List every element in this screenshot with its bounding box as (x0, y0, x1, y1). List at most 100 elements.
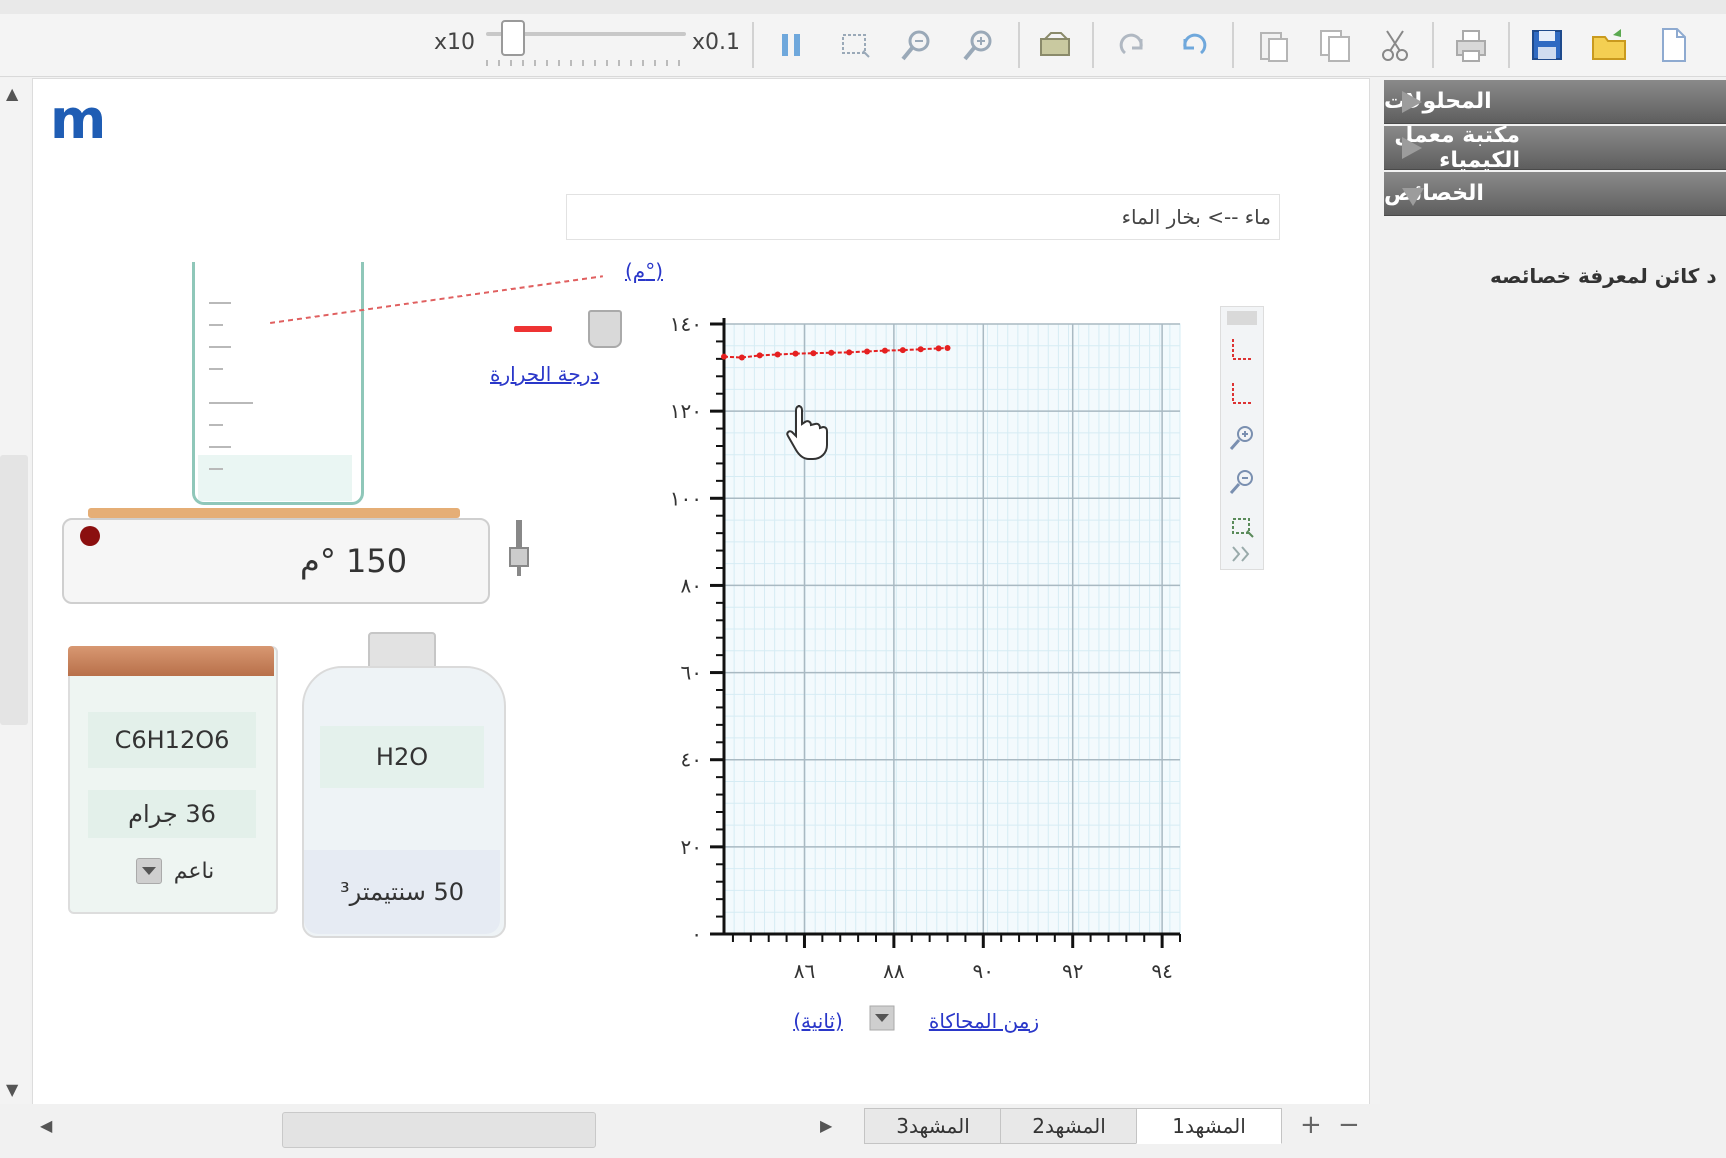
temperature-data-point (917, 346, 924, 353)
hot-plate-knob-icon[interactable] (508, 520, 530, 576)
paste-icon[interactable] (1250, 22, 1296, 68)
temperature-data-point (944, 344, 951, 351)
chart-x-axis-label[interactable]: زمن المحاكاة (929, 1009, 1039, 1033)
panel-properties[interactable]: الخصائص (1384, 172, 1726, 216)
hot-plate[interactable] (62, 518, 490, 604)
y-tick-label: ٤٠ (681, 748, 702, 772)
simulation-title[interactable]: ماء --> بخار الماء (566, 194, 1280, 240)
chart-x-unit[interactable]: (ثانية) (793, 1009, 843, 1033)
print-icon[interactable] (1448, 22, 1494, 68)
properties-hint-text: د كائن لمعرفة خصائصه (1490, 264, 1717, 288)
chart-y-axis-label[interactable]: (م°) (625, 259, 663, 283)
chart-zoom-in-icon[interactable] (1227, 423, 1257, 453)
temperature-data-point (828, 349, 835, 356)
toolbar-divider (1018, 22, 1020, 68)
copy-icon[interactable] (1312, 22, 1358, 68)
temperature-data-point (721, 353, 727, 360)
hot-plate-temperature: 150 °م (300, 542, 408, 580)
app-logo: m (50, 88, 107, 151)
chart-toolbar-handle-icon[interactable] (1227, 311, 1257, 325)
speed-slider-thumb[interactable] (501, 20, 525, 56)
temperature-data-point (864, 348, 871, 355)
water-volume[interactable]: 50 سنتيمتر³ (304, 850, 500, 934)
speed-slider-ticks (486, 60, 686, 66)
temperature-probe-link[interactable]: درجة الحرارة (490, 362, 599, 386)
x-tick-label: ٩٤ (1151, 959, 1172, 983)
scroll-right-arrow-icon[interactable]: ▶ (820, 1116, 832, 1135)
add-scene-button[interactable]: + (1300, 1110, 1322, 1140)
thermometer-probe[interactable] (514, 326, 552, 332)
panel-solutions[interactable]: المحلولات (1384, 80, 1726, 124)
save-icon[interactable] (1524, 22, 1570, 68)
x-tick-label: ٨٨ (883, 959, 905, 983)
hot-plate-power-led (80, 526, 100, 546)
temperature-data-point (881, 347, 888, 354)
speed-min-label: x10 (434, 30, 476, 55)
undo-icon[interactable] (1170, 22, 1216, 68)
chart-toolbar-expand-icon[interactable] (1227, 543, 1257, 565)
horizontal-scrollbar-thumb[interactable] (282, 1112, 596, 1148)
scene-tab-2[interactable]: المشهد2 (1000, 1108, 1138, 1144)
cut-icon[interactable] (1372, 22, 1418, 68)
select-rect-icon[interactable] (832, 22, 878, 68)
redo-icon[interactable] (1110, 22, 1156, 68)
glucose-formula: C6H12O6 (88, 712, 256, 768)
chart-fit-icon[interactable] (1227, 511, 1257, 541)
toolbar-divider (1508, 22, 1510, 68)
zoom-out-icon[interactable] (894, 22, 940, 68)
temperature-data-point (846, 349, 853, 356)
hot-plate-surface (88, 508, 460, 518)
new-document-icon[interactable] (1650, 22, 1696, 68)
y-tick-label: ١٠٠ (670, 486, 702, 510)
panel-solutions-label: المحلولات (1384, 89, 1492, 114)
open-folder-icon[interactable] (1586, 22, 1632, 68)
chart-toolbar (1220, 306, 1264, 570)
scene-tab-1[interactable]: المشهد1 (1136, 1108, 1282, 1144)
glucose-amount[interactable]: 36 جرام (88, 790, 256, 838)
y-tick-label: ١٢٠ (670, 399, 702, 423)
expand-arrow-icon (1402, 137, 1422, 159)
y-tick-label: ٢٠ (681, 835, 702, 859)
temperature-data-point (899, 347, 906, 354)
beaker[interactable] (192, 262, 364, 505)
y-tick-label: ٠ (691, 922, 702, 946)
glucose-jar-lid (68, 646, 274, 676)
screenshot-icon[interactable] (1032, 22, 1078, 68)
temperature-data-point (792, 350, 799, 357)
vertical-scrollbar-thumb[interactable] (0, 455, 28, 725)
chart-axis-icon[interactable] (1227, 335, 1257, 365)
x-tick-label: ٩٢ (1062, 959, 1083, 983)
glucose-form-value: ناعم (173, 858, 215, 884)
pause-icon[interactable] (768, 22, 814, 68)
temperature-chart[interactable]: ٠ ٢٠ ٤٠ ٦٠ ٨٠ ١٠٠ ١٢٠ ١٤٠ ٨٦ ٨٨ ٩٠ ٩٢ ٩٤ (م°) زمن ا… (600, 258, 1300, 1048)
zoom-in-icon[interactable] (956, 22, 1002, 68)
panel-lab-library[interactable]: مكتبة معمل الكيمياء (1384, 123, 1726, 173)
chart-x-ticks: ٨٦ ٨٨ ٩٠ ٩٢ ٩٤ (794, 959, 1173, 983)
scroll-up-arrow-icon[interactable]: ▲ (6, 84, 18, 103)
chart-zoom-out-icon[interactable] (1227, 467, 1257, 497)
expand-arrow-icon (1402, 91, 1422, 113)
toolbar-divider (1092, 22, 1094, 68)
scroll-left-arrow-icon[interactable]: ◀ (40, 1116, 52, 1135)
toolbar-divider (752, 22, 754, 68)
scroll-down-arrow-icon[interactable]: ▼ (6, 1080, 18, 1099)
water-formula: H2O (320, 726, 484, 788)
chevron-down-icon[interactable] (135, 858, 162, 884)
temperature-data-point (738, 354, 745, 361)
chart-grid (723, 323, 1181, 935)
collapse-arrow-icon (1402, 188, 1424, 206)
remove-scene-button[interactable]: − (1338, 1110, 1360, 1140)
y-tick-label: ٨٠ (681, 573, 702, 597)
scene-tab-3[interactable]: المشهد3 (864, 1108, 1002, 1144)
y-tick-label: ١٤٠ (670, 312, 702, 336)
toolbar-divider (1232, 22, 1234, 68)
panel-properties-label: الخصائص (1384, 181, 1484, 206)
chart-y-ticks: ٠ ٢٠ ٤٠ ٦٠ ٨٠ ١٠٠ ١٢٠ ١٤٠ (670, 312, 702, 946)
x-tick-label: ٩٠ (973, 959, 994, 983)
temperature-data-point (935, 345, 942, 352)
temperature-data-point (756, 352, 763, 359)
glucose-form-select[interactable]: ناعم (110, 858, 240, 884)
y-tick-label: ٦٠ (681, 661, 702, 685)
chart-axis-alt-icon[interactable] (1227, 379, 1257, 409)
title-strip (0, 0, 1726, 15)
